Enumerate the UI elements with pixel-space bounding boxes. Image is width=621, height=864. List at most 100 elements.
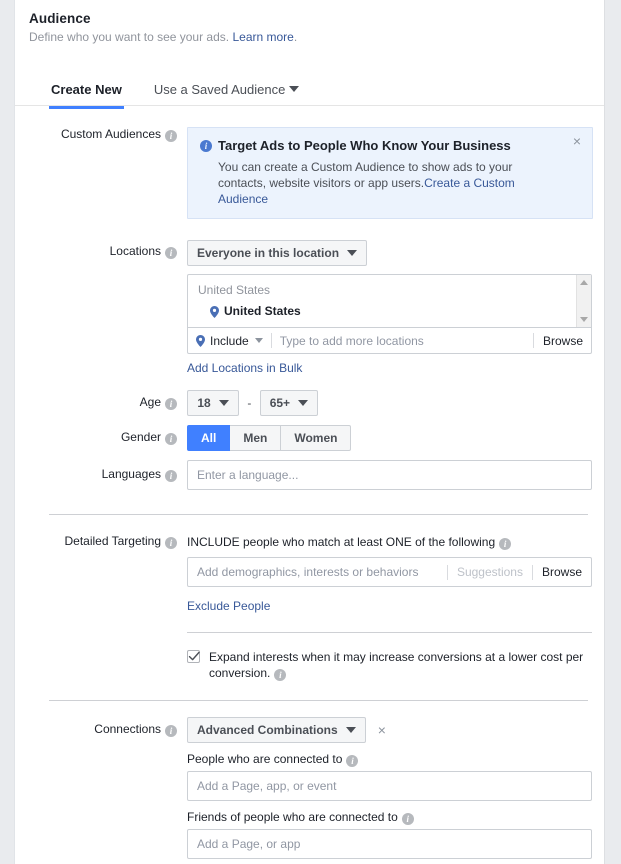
chevron-down-icon	[289, 86, 300, 92]
chevron-down-icon	[345, 727, 356, 733]
locations-box: United States United States Include Type…	[187, 274, 592, 354]
close-icon[interactable]: ×	[570, 134, 584, 149]
location-scope-select[interactable]: Everyone in this location	[187, 240, 368, 266]
page-title: Audience	[29, 11, 91, 26]
age-label-text: Age	[139, 395, 161, 409]
connections-mode-row: Advanced Combinations ×	[187, 717, 588, 743]
divider	[187, 632, 592, 633]
age-field: 18 - 65+	[187, 390, 588, 416]
detailed-targeting-label-text: Detailed Targeting	[64, 534, 161, 548]
info-icon-friends-connected-to[interactable]: i	[401, 813, 414, 825]
chevron-down-icon	[347, 250, 358, 256]
locations-scrollbar[interactable]	[576, 275, 591, 327]
callout-title-text: Target Ads to People Who Know Your Busin…	[218, 138, 511, 153]
info-icon-languages[interactable]: i	[165, 470, 177, 482]
location-input-row: Include Browse	[188, 328, 591, 353]
info-icon-include[interactable]: i	[499, 538, 512, 550]
languages-row: Languages i	[15, 460, 604, 490]
divider	[49, 700, 588, 701]
location-include-select[interactable]: Include	[188, 334, 271, 348]
detailed-targeting-box: Suggestions Browse	[187, 557, 592, 587]
info-icon-detailed-targeting[interactable]: i	[165, 537, 177, 549]
audience-card: Audience Define who you want to see your…	[14, 0, 605, 864]
tab-use-saved-audience[interactable]: Use a Saved Audience	[152, 76, 302, 106]
custom-audiences-row: Custom Audiences i × i Target Ads to Peopl…	[15, 127, 604, 219]
detailed-targeting-label: Detailed Targeting i	[15, 534, 187, 681]
map-pin-icon	[196, 334, 205, 347]
callout-title: i Target Ads to People Who Know Your Busi…	[200, 137, 562, 154]
callout-body: You can create a Custom Audience to show…	[218, 159, 562, 207]
locations-browse-button[interactable]: Browse	[534, 334, 591, 348]
chevron-down-icon	[218, 400, 229, 406]
scroll-down-icon[interactable]	[580, 317, 588, 322]
chevron-down-icon	[298, 400, 309, 406]
age-min-select[interactable]: 18	[187, 390, 239, 416]
detailed-targeting-browse-button[interactable]: Browse	[533, 565, 591, 579]
page-subtitle: Define who you want to see your ads. Lea…	[29, 29, 604, 45]
location-name: United States	[224, 304, 301, 318]
detailed-targeting-field: INCLUDE people who match at least ONE of…	[187, 534, 592, 681]
learn-more-link[interactable]: Learn more	[232, 30, 293, 44]
location-scope-select-value: Everyone in this location	[197, 246, 340, 260]
info-icon-connections[interactable]: i	[165, 725, 177, 737]
age-label: Age i	[15, 390, 187, 416]
gender-label: Gender i	[15, 425, 187, 451]
gender-option-men[interactable]: Men	[230, 425, 282, 451]
expand-interests-text: Expand interests when it may increase co…	[209, 650, 584, 680]
connections-label: Connections i	[15, 717, 187, 864]
scroll-up-icon[interactable]	[580, 280, 588, 285]
audience-page: Audience Define who you want to see your…	[0, 0, 621, 864]
gender-label-text: Gender	[120, 430, 161, 444]
audience-tabs: Create New Use a Saved Audience	[15, 76, 604, 109]
expand-interests-checkbox[interactable]	[187, 650, 200, 663]
custom-audience-callout: × i Target Ads to People Who Know Your Bu…	[187, 127, 593, 219]
connections-field: Advanced Combinations × People who are c…	[187, 717, 592, 864]
info-icon-custom-audiences[interactable]: i	[165, 130, 177, 142]
age-max-select[interactable]: 65+	[259, 390, 319, 416]
page-header: Audience Define who you want to see your…	[15, 0, 604, 45]
info-icon-locations[interactable]: i	[165, 247, 177, 259]
connections-friends-input[interactable]	[187, 829, 592, 859]
languages-label: Languages i	[15, 460, 187, 490]
chevron-down-icon	[254, 338, 263, 343]
connections-mode-select[interactable]: Advanced Combinations	[187, 717, 366, 743]
suggestions-button[interactable]: Suggestions	[448, 565, 532, 579]
locations-row: Locations i Everyone in this location Uni…	[15, 240, 604, 375]
tab-create-new[interactable]: Create New	[49, 76, 124, 109]
info-icon-age[interactable]: i	[165, 398, 177, 410]
connections-field-label-1: Friends of people who are connected to i	[187, 809, 588, 825]
info-icon-gender[interactable]: i	[165, 433, 177, 445]
custom-audiences-label: Custom Audiences i	[15, 127, 187, 219]
add-locations-in-bulk-link[interactable]: Add Locations in Bulk	[187, 361, 302, 375]
expand-interests-row: Expand interests when it may increase co…	[187, 649, 587, 681]
connections-people-input[interactable]	[187, 771, 592, 801]
subtitle-period: .	[293, 30, 298, 44]
divider	[49, 514, 588, 515]
exclude-people-link[interactable]: Exclude People	[187, 599, 270, 613]
connections-mode-value: Advanced Combinations	[197, 723, 338, 737]
location-search-input[interactable]	[271, 333, 533, 348]
info-icon-expand-interests[interactable]: i	[274, 669, 287, 681]
age-row: Age i 18 - 65+	[15, 390, 604, 416]
gender-option-all[interactable]: All	[187, 425, 231, 451]
gender-field: All Men Women	[187, 425, 588, 451]
remove-connections-button[interactable]: ×	[378, 722, 386, 738]
languages-label-text: Languages	[101, 467, 161, 481]
age-range-dash: -	[247, 396, 252, 410]
gender-option-women[interactable]: Women	[281, 425, 352, 451]
map-pin-icon	[210, 305, 219, 318]
connections-field-label-0: People who are connected to i	[187, 751, 588, 767]
age-min-value: 18	[197, 396, 211, 410]
age-max-value: 65+	[269, 396, 291, 410]
detailed-targeting-include-heading: INCLUDE people who match at least ONE of…	[187, 534, 588, 550]
list-item[interactable]: United States	[210, 304, 591, 319]
info-icon-connected-to[interactable]: i	[346, 755, 359, 767]
detailed-targeting-input[interactable]	[188, 565, 447, 579]
info-circle-icon: i	[200, 140, 212, 152]
custom-audiences-label-text: Custom Audiences	[60, 127, 161, 141]
selected-locations-list: United States United States	[188, 275, 591, 328]
connections-field-label-0-text: People who are connected to	[187, 752, 343, 766]
tab-create-new-label: Create New	[51, 82, 122, 97]
locations-label-text: Locations	[109, 244, 161, 258]
languages-input[interactable]	[187, 460, 592, 490]
